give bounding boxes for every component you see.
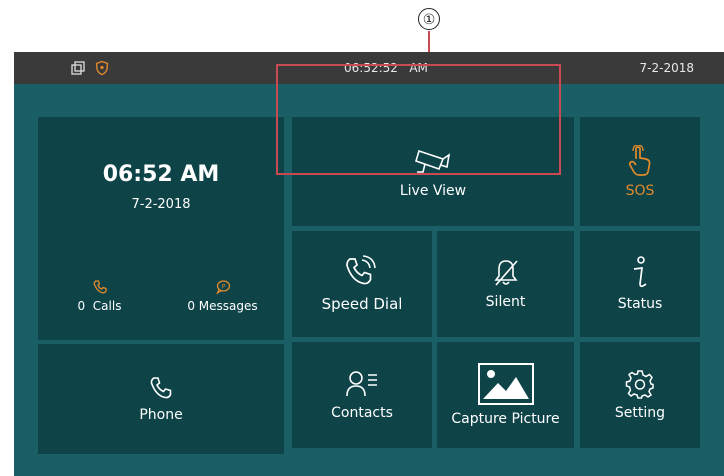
picture-icon [477,363,534,405]
live-view-tile[interactable]: Live View [292,117,574,226]
status-label: Status [617,296,663,312]
phone-icon [150,377,172,399]
status-tile[interactable]: Status [580,231,700,337]
clock-panel: 06:52 AM 7-2-2018 0 Calls P 0 Messages P… [38,117,284,454]
clock-time: 06:52 AM [102,162,220,187]
status-bar: 06:52:52 AM 7-2-2018 [14,52,724,84]
capture-picture-label: Capture Picture [451,411,560,427]
messages-label: 0 Messages [187,299,258,313]
status-date: 7-2-2018 [639,61,694,75]
speed-dial-label: Speed Dial [321,295,403,313]
svg-text:P: P [221,283,225,290]
contacts-icon [346,371,377,397]
live-view-label: Live View [399,182,467,199]
speed-dial-tile[interactable]: Speed Dial [292,231,432,337]
capture-picture-tile[interactable]: Capture Picture [437,342,574,448]
speed-dial-icon [346,255,376,285]
window-icon [70,60,86,76]
hand-touch-icon [628,144,651,176]
camera-icon [415,149,451,173]
sos-tile[interactable]: SOS [580,117,700,226]
setting-label: Setting [614,405,666,421]
messages-counter[interactable]: P 0 Messages [161,279,284,313]
setting-tile[interactable]: Setting [580,342,700,448]
contacts-label: Contacts [331,405,393,421]
bell-off-icon [493,260,518,286]
silent-label: Silent [485,294,526,310]
callout-marker: ① [418,8,440,30]
calls-label: 0 Calls [77,299,122,313]
calls-counter[interactable]: 0 Calls [38,279,161,313]
clock-date: 7-2-2018 [131,197,191,212]
shield-icon [94,60,110,76]
message-icon: P [215,280,230,295]
phone-label: Phone [139,407,183,423]
contacts-tile[interactable]: Contacts [292,342,432,448]
phone-tile[interactable]: Phone [38,344,284,454]
device-screen: 06:52:52 AM 7-2-2018 06:52 AM 7-2-2018 0… [14,52,724,476]
status-time: 06:52:52 AM [344,61,428,75]
info-icon [633,256,647,288]
phone-icon [93,280,107,294]
sos-label: SOS [625,182,655,199]
gear-icon [625,370,654,399]
silent-tile[interactable]: Silent [437,231,574,337]
